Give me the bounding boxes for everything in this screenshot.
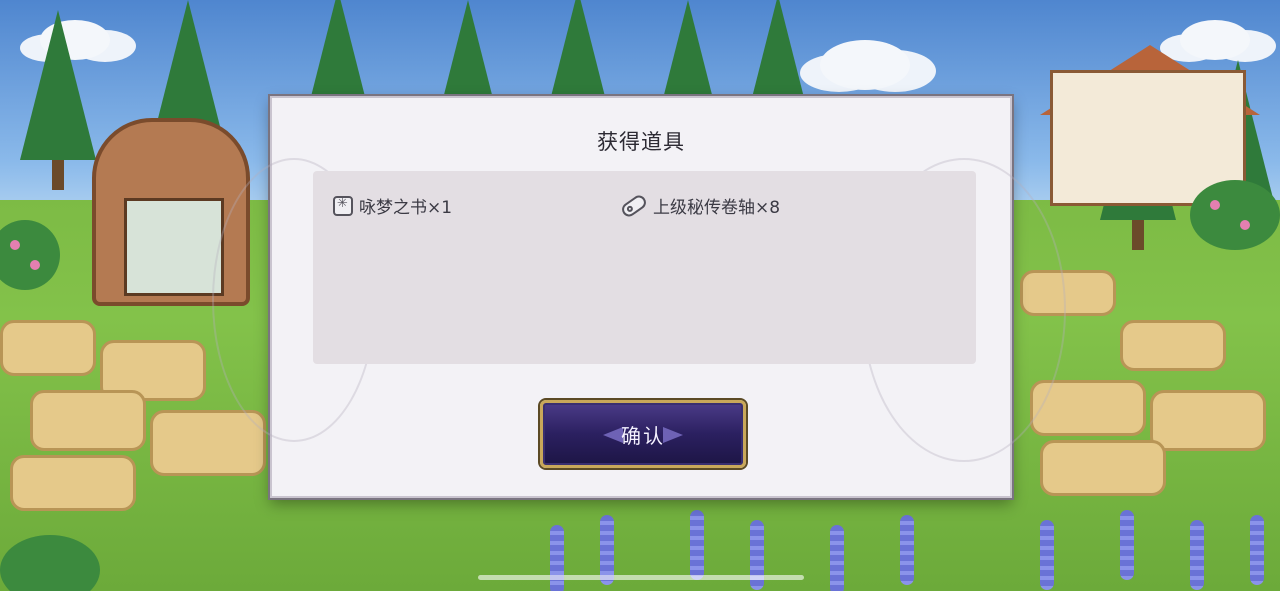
scroll-icon: [619, 192, 649, 219]
item-obtained-dialog: 获得道具 咏梦之书×1 上级秘传卷轴×8 确认: [212, 96, 1066, 498]
lupine-flower: [690, 510, 704, 580]
lupine-flower: [1250, 515, 1264, 585]
flower: [10, 240, 20, 250]
lupine-flower: [550, 525, 564, 591]
reward-item-label: 上级秘传卷轴×8: [653, 198, 781, 218]
lupine-flower: [830, 525, 844, 591]
lupine-flower: [1040, 520, 1054, 590]
home-indicator[interactable]: [478, 575, 804, 580]
path-stone: [1040, 440, 1166, 496]
vending-window: [124, 198, 224, 296]
path-stone: [10, 455, 136, 511]
lupine-flower: [900, 515, 914, 585]
lupine-flower: [1120, 510, 1134, 580]
dialog-title: 获得道具: [597, 130, 685, 154]
flower-bush: [1190, 180, 1280, 250]
confirm-button[interactable]: 确认: [540, 400, 746, 468]
reward-item: 上级秘传卷轴×8: [619, 192, 781, 219]
confirm-button-label: 确认: [621, 424, 665, 448]
tree: [20, 10, 96, 190]
flower: [1240, 220, 1250, 230]
cloud: [820, 40, 910, 90]
flower: [30, 260, 40, 270]
path-stone: [1150, 390, 1266, 451]
reward-item-label: 咏梦之书×1: [359, 198, 453, 218]
book-icon: [333, 195, 353, 216]
lupine-flower: [1190, 520, 1204, 590]
items-panel: 咏梦之书×1 上级秘传卷轴×8: [313, 171, 976, 364]
reward-item: 咏梦之书×1: [333, 193, 452, 218]
path-stone: [30, 390, 146, 451]
flower: [1210, 200, 1220, 210]
game-scene: 获得道具 咏梦之书×1 上级秘传卷轴×8 确认: [0, 0, 1280, 591]
path-stone: [150, 410, 266, 476]
path-stone: [0, 320, 96, 376]
path-stone: [1120, 320, 1226, 371]
